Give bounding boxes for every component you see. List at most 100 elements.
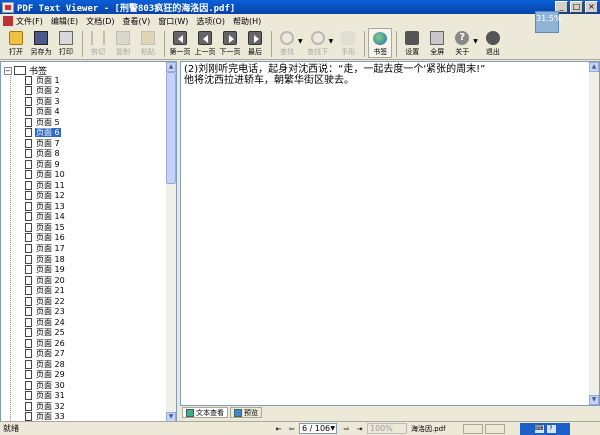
about-dropdown-icon[interactable]: ▼	[473, 38, 478, 45]
tree-item-page[interactable]: 页面 20	[25, 275, 66, 286]
tree-item-page[interactable]: 页面 31	[25, 390, 66, 401]
tree-item-page[interactable]: 页面 21	[25, 285, 66, 296]
menu-view[interactable]: 查看(V)	[123, 16, 151, 27]
menu-document[interactable]: 文档(D)	[86, 16, 114, 27]
question-icon: ?	[455, 31, 470, 45]
prev-page-button[interactable]: 上一页	[193, 28, 217, 57]
power-icon	[485, 31, 500, 45]
copy-button[interactable]: 复制	[111, 28, 135, 57]
window-title: PDF Text Viewer - [刑警803疯狂的海洛因.pdf]	[17, 3, 236, 14]
tree-item-page[interactable]: 页面 3	[25, 96, 66, 107]
last-page-label: 最后	[248, 48, 262, 56]
page-icon	[25, 317, 32, 327]
hand-tool-button[interactable]: 手形	[336, 28, 360, 57]
menu-edit[interactable]: 编辑(E)	[51, 16, 78, 27]
tree-item-page[interactable]: 页面 1	[25, 75, 66, 86]
find-next-button[interactable]: 查找下	[306, 28, 330, 57]
tree-vertical-scrollbar[interactable]: ▲ ▼	[166, 62, 176, 422]
zoom-badge: 31.5%	[535, 11, 561, 33]
menu-options[interactable]: 选项(O)	[196, 16, 225, 27]
tree-item-page[interactable]: 页面 22	[25, 296, 66, 307]
tree-item-page[interactable]: 页面 23	[25, 306, 66, 317]
book-icon	[14, 66, 26, 75]
scroll-thumb[interactable]	[166, 72, 176, 184]
scroll-up-arrow-icon[interactable]: ▲	[166, 62, 176, 72]
maximize-button[interactable]: □	[570, 1, 583, 13]
keyboard-icon[interactable]: ⌨	[534, 425, 544, 433]
tree-item-page[interactable]: 页面 27	[25, 348, 66, 359]
fullscreen-button[interactable]: 全屏	[425, 28, 449, 57]
title-bar[interactable]: PDF Text Viewer - [刑警803疯狂的海洛因.pdf] _ □ …	[0, 0, 600, 14]
find-next-dropdown-icon[interactable]: ▼	[329, 38, 334, 45]
text-view-panel[interactable]: (2)刘刚听完电话，起身对沈西说：“走，一起去度一个'紧张的周末!” 他将沈西拉…	[180, 61, 600, 406]
next-page-small-icon[interactable]: ⇨	[341, 424, 352, 434]
tree-item-page[interactable]: 页面 26	[25, 338, 66, 349]
save-as-button[interactable]: 另存为	[29, 28, 53, 57]
tree-item-page[interactable]: 页面 16	[25, 233, 66, 244]
tree-item-page[interactable]: 页面 7	[25, 138, 66, 149]
last-page-button[interactable]: 最后	[243, 28, 267, 57]
tree-item-page[interactable]: 页面 24	[25, 317, 66, 328]
prev-page-small-icon[interactable]: ⇦	[286, 424, 297, 434]
app-menu-icon[interactable]	[3, 16, 13, 26]
tree-item-page[interactable]: 页面 25	[25, 327, 66, 338]
tree-item-page[interactable]: 页面 12	[25, 191, 66, 202]
tree-item-page[interactable]: 页面 9	[25, 159, 66, 170]
page-icon	[25, 128, 32, 138]
tree-item-page[interactable]: 页面 28	[25, 359, 66, 370]
bookmark-button[interactable]: 书签	[368, 28, 393, 58]
help-tray-icon[interactable]: ?	[546, 425, 556, 433]
tree-item-page[interactable]: 页面 29	[25, 369, 66, 380]
menu-window[interactable]: 窗口(W)	[158, 16, 188, 27]
find-button[interactable]: 查找	[275, 28, 299, 57]
toolbar-separator	[396, 31, 398, 57]
next-page-button[interactable]: 下一页	[218, 28, 242, 57]
scroll-up-arrow-icon[interactable]: ▲	[589, 62, 599, 72]
tree-item-page[interactable]: 页面 8	[25, 149, 66, 160]
tree-item-page[interactable]: 页面 17	[25, 243, 66, 254]
tree-item-page[interactable]: 页面 15	[25, 222, 66, 233]
tree-item-label: 页面 15	[36, 222, 65, 232]
close-button[interactable]: ×	[585, 1, 598, 13]
tree-item-label: 页面 3	[36, 96, 60, 106]
tree-item-page[interactable]: 页面 13	[25, 201, 66, 212]
open-button[interactable]: 打开	[4, 28, 28, 57]
exit-button[interactable]: 退出	[481, 28, 505, 57]
menu-file[interactable]: 文件(F)	[16, 16, 43, 27]
page-selector[interactable]: 6 / 106 ▼	[299, 423, 337, 434]
tree-item-page[interactable]: 页面 19	[25, 264, 66, 275]
cut-button[interactable]: 剪切	[86, 28, 110, 57]
tree-item-page[interactable]: 页面 10	[25, 170, 66, 181]
tree-item-page[interactable]: 页面 6	[25, 128, 66, 139]
last-page-small-icon[interactable]: ⇥	[354, 424, 365, 434]
tab-preview[interactable]: 预览	[230, 407, 262, 418]
tab-text-view[interactable]: 文本查看	[182, 407, 228, 418]
copy-icon	[116, 31, 130, 45]
first-page-icon	[173, 31, 187, 45]
tree-item-page[interactable]: 页面 11	[25, 180, 66, 191]
tree-item-page[interactable]: 页面 30	[25, 380, 66, 391]
tree-item-page[interactable]: 页面 2	[25, 86, 66, 97]
text-vertical-scrollbar[interactable]: ▲ ▼	[589, 62, 599, 405]
tree-item-page[interactable]: 页面 4	[25, 107, 66, 118]
settings-button[interactable]: 设置	[400, 28, 424, 57]
page-indicator: 6 / 106	[302, 424, 331, 433]
status-bar: 就绪 ⇤ ⇦ 6 / 106 ▼ ⇨ ⇥ 100% 海洛因.pdf ⌨ ?	[0, 421, 600, 435]
tree-item-label: 页面 17	[36, 244, 65, 253]
first-page-small-icon[interactable]: ⇤	[273, 424, 284, 434]
find-dropdown-icon[interactable]: ▼	[298, 38, 303, 45]
print-button[interactable]: 打印	[54, 28, 78, 57]
tree-item-page[interactable]: 页面 14	[25, 212, 66, 223]
tree-item-page[interactable]: 页面 5	[25, 117, 66, 128]
printer-icon	[59, 31, 73, 45]
tree-item-page[interactable]: 页面 18	[25, 254, 66, 265]
first-page-button[interactable]: 第一页	[168, 28, 192, 57]
tree-item-page[interactable]: 页面 32	[25, 401, 66, 412]
tree-item-label: 页面 24	[36, 317, 65, 327]
scroll-down-arrow-icon[interactable]: ▼	[589, 395, 599, 405]
menu-help[interactable]: 帮助(H)	[233, 16, 261, 27]
paste-button[interactable]: 粘贴	[136, 28, 160, 57]
zoom-selector[interactable]: 100%	[367, 423, 407, 434]
collapse-toggle-icon[interactable]: −	[4, 66, 12, 75]
about-button[interactable]: ? 关于	[450, 28, 474, 57]
